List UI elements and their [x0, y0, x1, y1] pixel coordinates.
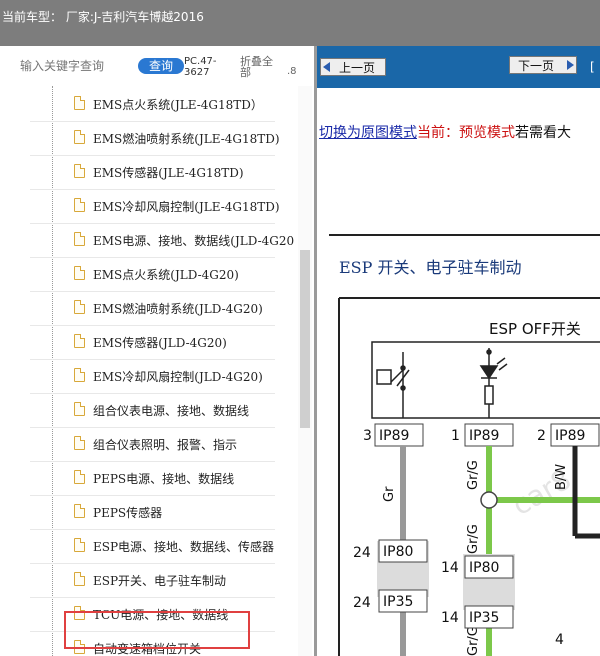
document-icon: [74, 266, 85, 280]
connector-ip35-a-label: IP35: [383, 594, 413, 610]
diagram-title: ESP 开关、电子驻车制动: [339, 258, 522, 277]
document-icon: [74, 436, 85, 450]
tree-item[interactable]: EMS燃油喷射系统(JLD-4G20): [30, 291, 275, 326]
tree-item[interactable]: EMS冷却风扇控制(JLE-4G18TD): [30, 189, 280, 224]
arrow-right-icon: [567, 60, 574, 70]
pin-1: 1: [451, 428, 460, 444]
search-input[interactable]: [20, 56, 132, 76]
tree-item[interactable]: EMS点火系统(JLD-4G20): [30, 257, 275, 292]
viewer-navbar: 上一页 下一页 [: [317, 46, 600, 88]
connector-ip80-b-label: IP80: [469, 560, 499, 576]
pin-24-ip80: 24: [353, 545, 371, 561]
wire-label-bw: B/W: [554, 464, 569, 490]
selected-highlight: [64, 611, 250, 649]
tree-item[interactable]: 组合仪表照明、报警、指示: [30, 427, 275, 462]
pin-14-ip80: 14: [441, 560, 459, 576]
esp-off-switch-label: ESP OFF开关: [489, 320, 581, 338]
switch-box: [371, 341, 600, 419]
document-icon: [74, 470, 85, 484]
tree-item[interactable]: EMS传感器(JLD-4G20): [30, 325, 275, 360]
document-icon: [74, 164, 85, 178]
search-button[interactable]: 查询: [138, 58, 184, 74]
document-icon: [74, 538, 85, 552]
current-vehicle: 当前车型： 厂家:J-吉利汽车博越2016: [2, 10, 204, 24]
tree-item-label: EMS冷却风扇控制(JLE-4G18TD): [93, 200, 280, 214]
switch-symbol: [376, 352, 410, 418]
top-bar: 当前车型： 厂家:J-吉利汽车博越2016: [0, 0, 600, 46]
search-row: 查询 PC.47-3627 折叠全部 .8: [0, 46, 314, 86]
tree-item[interactable]: ESP开关、电子驻车制动: [30, 563, 275, 598]
document-icon: [74, 504, 85, 518]
mode-line: 切换为原图模式当前：预览模式若需看大: [319, 122, 571, 142]
tree-item[interactable]: EMS冷却风扇控制(JLD-4G20): [30, 359, 275, 394]
tree-item-label: EMS电源、接地、数据线(JLD-4G20: [93, 234, 295, 248]
tree-item[interactable]: EMS电源、接地、数据线(JLD-4G20: [30, 223, 294, 258]
document-icon: [74, 232, 85, 246]
splice-node: [480, 491, 498, 509]
pin-14-ip35: 14: [441, 610, 459, 626]
left-panel: 查询 PC.47-3627 折叠全部 .8 EMS点火系统(JLE-4G18TD…: [0, 46, 314, 656]
connector-ip35-b-label: IP35: [469, 610, 499, 626]
prev-page-label: 上一页: [339, 61, 376, 75]
document-icon: [74, 130, 85, 144]
document-icon: [74, 402, 85, 416]
tree-item[interactable]: EMS传感器(JLE-4G18TD): [30, 155, 275, 190]
connector-ip89-a-label: IP89: [379, 428, 409, 444]
document-icon: [74, 368, 85, 382]
tree-item-label: 组合仪表电源、接地、数据线: [93, 404, 250, 418]
next-page-label: 下一页: [518, 59, 555, 73]
pin-4: 4: [555, 632, 564, 648]
tree-item-label: EMS燃油喷射系统(JLD-4G20): [93, 302, 263, 316]
document-icon: [74, 300, 85, 314]
document-icon: [74, 198, 85, 212]
pc-code: PC.47-3627: [184, 56, 217, 78]
pin-2: 2: [537, 428, 546, 444]
tree-item[interactable]: EMS燃油喷射系统(JLE-4G18TD): [30, 121, 280, 156]
connector-ip80-a-label: IP80: [383, 544, 413, 560]
pin-3: 3: [363, 428, 372, 444]
nav-bracket: [: [590, 60, 595, 74]
tree-item[interactable]: PEPS电源、接地、数据线: [30, 461, 275, 496]
prev-page-button[interactable]: 上一页: [320, 58, 386, 76]
document-icon: [74, 334, 85, 348]
tree-item-label: EMS燃油喷射系统(JLE-4G18TD): [93, 132, 280, 146]
tree-item-label: EMS点火系统(JLD-4G20): [93, 268, 239, 282]
connector-ip89-b-label: IP89: [469, 428, 499, 444]
tree-item-label: ESP电源、接地、数据线、传感器: [93, 540, 275, 554]
mode-tail-text: 若需看大: [515, 125, 571, 141]
current-mode-text: 当前：预览模式: [417, 125, 515, 141]
arrow-left-icon: [323, 62, 330, 72]
tree-item[interactable]: ESP电源、接地、数据线、传感器: [30, 529, 275, 564]
tree-item-label: EMS传感器(JLD-4G20): [93, 336, 227, 350]
title-rule: [329, 234, 600, 236]
tree-item-label: EMS点火系统(JLE-4G18TD）: [93, 98, 263, 112]
tree-item-label: PEPS传感器: [93, 506, 163, 520]
tree-item-label: PEPS电源、接地、数据线: [93, 472, 235, 486]
tree-item-label: EMS冷却风扇控制(JLD-4G20): [93, 370, 263, 384]
next-page-button[interactable]: 下一页: [509, 56, 577, 74]
viewer-panel: 上一页 下一页 [ 切换为原图模式当前：预览模式若需看大 ESP 开关、电子驻车…: [317, 46, 600, 656]
tree-item[interactable]: 组合仪表电源、接地、数据线: [30, 393, 275, 428]
wiring-diagram: car8 ESP OFF开关 3 IP89 1 IP89 2 IP89 Gr G…: [338, 297, 600, 656]
scrollbar-thumb[interactable]: [300, 250, 310, 428]
wire-label-grg-3: Gr/G: [466, 626, 481, 656]
switch-original-link[interactable]: 切换为原图模式: [319, 125, 417, 141]
tree-item-label: EMS传感器(JLE-4G18TD): [93, 166, 244, 180]
extra-text: .8: [287, 66, 297, 77]
collapse-all-button[interactable]: 折叠全部: [240, 56, 280, 78]
wire-label-gr: Gr: [382, 486, 397, 502]
wire-label-grg-1: Gr/G: [466, 460, 481, 490]
pin-24-ip35: 24: [353, 595, 371, 611]
tree-item[interactable]: PEPS传感器: [30, 495, 275, 530]
tree-item-label: 组合仪表照明、报警、指示: [93, 438, 238, 452]
document-icon: [74, 96, 85, 110]
led-symbol: [479, 348, 508, 418]
document-icon: [74, 572, 85, 586]
connector-ip89-c-label: IP89: [555, 428, 585, 444]
tree-item-label: ESP开关、电子驻车制动: [93, 574, 227, 588]
wire-label-grg-2: Gr/G: [466, 524, 481, 554]
tree-item[interactable]: EMS点火系统(JLE-4G18TD）: [30, 87, 275, 122]
